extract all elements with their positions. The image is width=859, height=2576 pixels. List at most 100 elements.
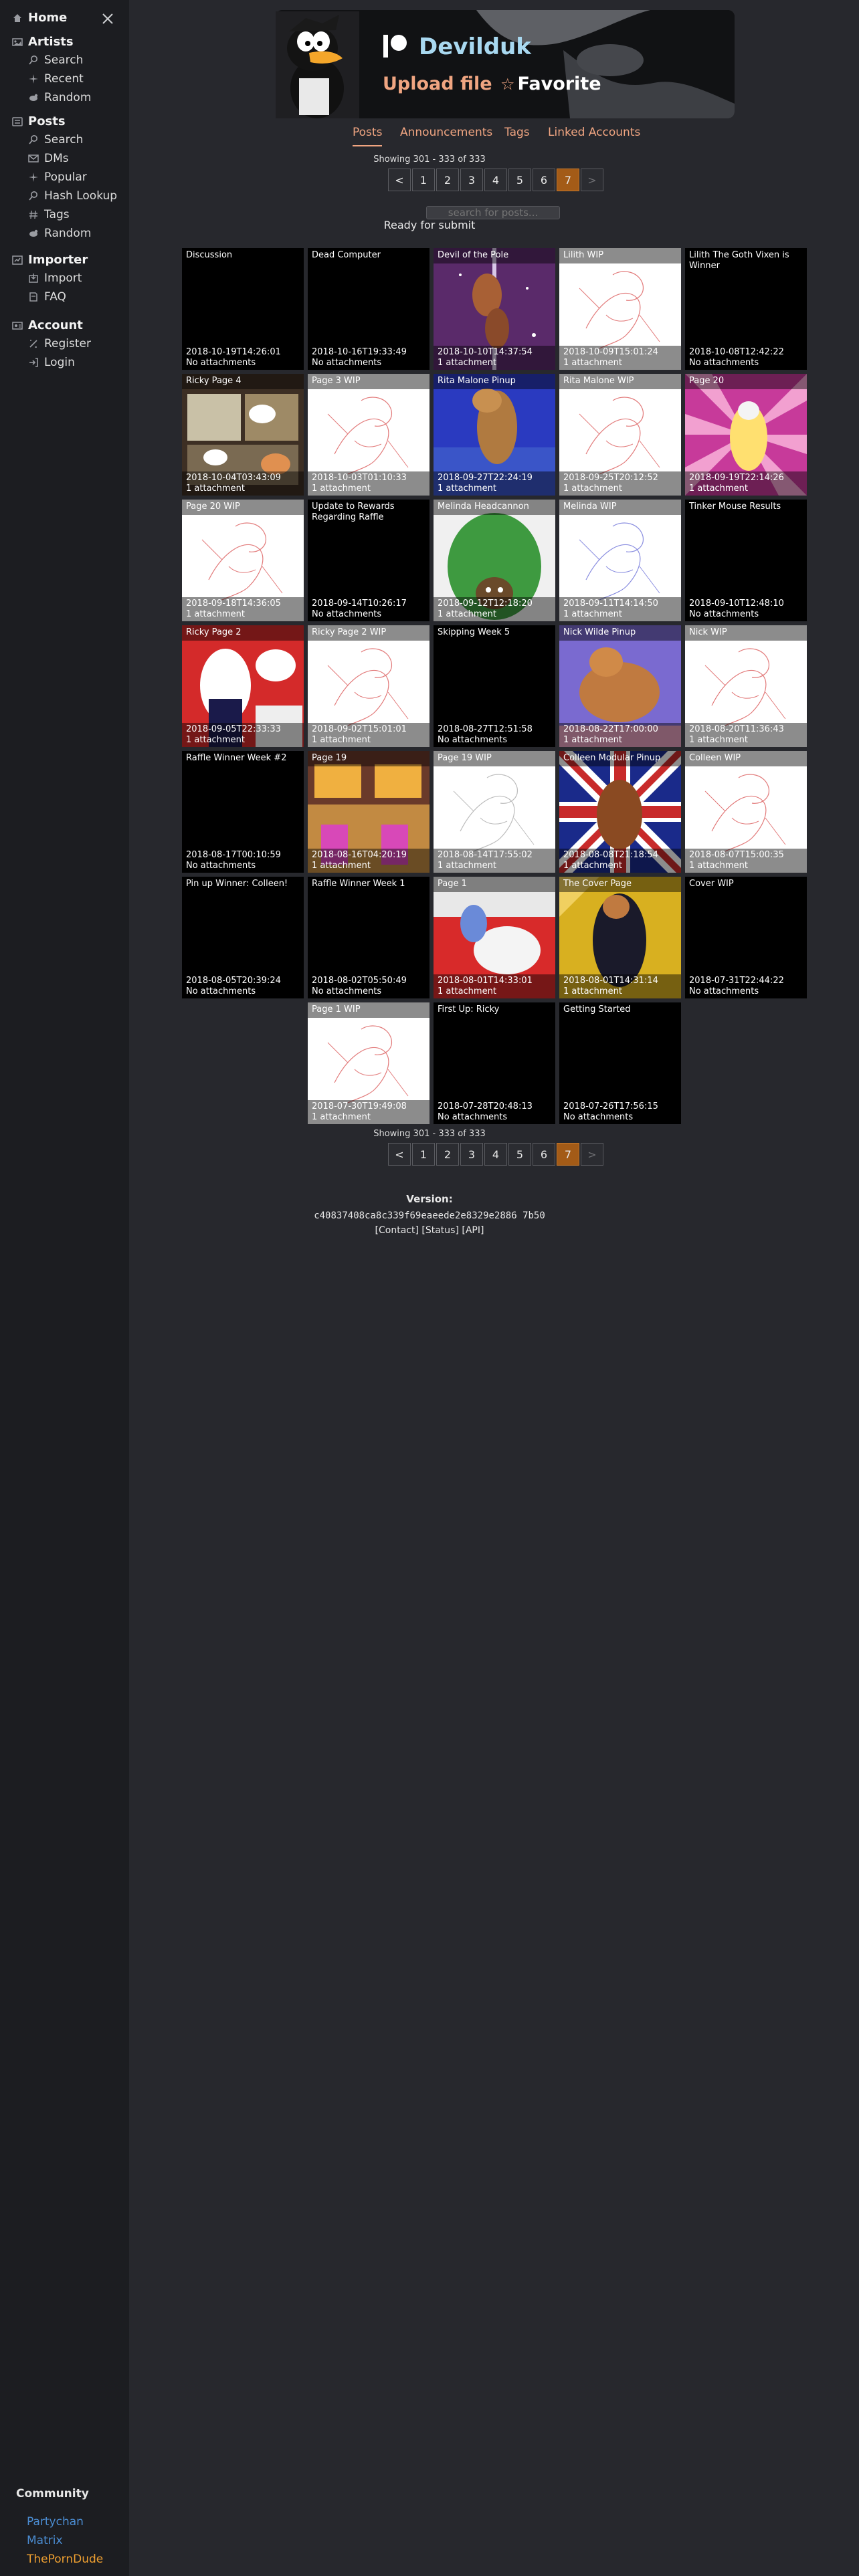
tab-posts[interactable]: Posts <box>353 126 383 146</box>
sidebar-item-importer-import[interactable]: Import <box>28 272 82 285</box>
sidebar-item-importer-faq[interactable]: FAQ <box>28 290 66 304</box>
post-footer: 2018-08-01T14:33:01 1 attachment <box>434 974 555 998</box>
post-card[interactable]: Melinda Headcannon 2018-09-12T12:18:20 1 a… <box>434 500 555 621</box>
post-title: Rita Malone WIP <box>559 374 681 389</box>
post-card[interactable]: Getting Started 2018-07-26T17:56:15 No att… <box>559 1002 681 1124</box>
sidebar-item-posts-popular[interactable]: Popular <box>28 171 87 184</box>
post-card[interactable]: Page 19 WIP 2018-08-14T17:55:02 1 attachme… <box>434 751 555 873</box>
page-button-5[interactable]: 5 <box>508 169 531 191</box>
next-page-button[interactable]: > <box>581 1143 603 1166</box>
post-card[interactable]: Page 20 2018-09-19T22:14:26 1 attachment <box>685 374 807 496</box>
sidebar-item-posts-hash-lookup[interactable]: Hash Lookup <box>28 189 117 203</box>
post-card[interactable]: Lilith WIP 2018-10-09T15:01:24 1 attachmen… <box>559 248 681 370</box>
post-card[interactable]: Ricky Page 4 2018-10-04T03:43:09 1 attachm… <box>182 374 304 496</box>
post-card[interactable]: Raffle Winner Week #2 2018-08-17T00:10:59… <box>182 751 304 873</box>
artists-icon <box>12 37 23 47</box>
post-card[interactable]: Ricky Page 2 WIP 2018-09-02T15:01:01 1 att… <box>308 625 430 747</box>
community-link-partychan[interactable]: Partychan <box>27 2515 84 2529</box>
post-card[interactable]: Dead Computer 2018-10-16T19:33:49 No attac… <box>308 248 430 370</box>
post-card[interactable]: Rita Malone WIP 2018-09-25T20:12:52 1 atta… <box>559 374 681 496</box>
showing-count-top: Showing 301 - 333 of 333 <box>373 154 486 165</box>
version-label: Version: <box>406 1193 453 1205</box>
importer-icon <box>12 255 23 265</box>
post-title: Colleen WIP <box>685 751 807 766</box>
search-input[interactable] <box>426 206 560 219</box>
sidebar-item-artists-search[interactable]: Search <box>28 53 83 67</box>
page-button-4[interactable]: 4 <box>484 169 507 191</box>
upload-file-button[interactable]: Upload file <box>383 74 492 94</box>
favorite-button[interactable]: ☆ Favorite <box>500 74 601 94</box>
post-card[interactable]: Nick WIP 2018-08-20T11:36:43 1 attachment <box>685 625 807 747</box>
post-card[interactable]: Page 20 WIP 2018-09-18T14:36:05 1 attachme… <box>182 500 304 621</box>
sidebar-item-artists-recent[interactable]: Recent <box>28 72 84 86</box>
artist-name[interactable]: Devilduk <box>419 33 531 60</box>
post-card[interactable]: Melinda WIP 2018-09-11T14:14:50 1 attachme… <box>559 500 681 621</box>
sidebar-home[interactable]: Home <box>12 11 67 25</box>
close-icon[interactable] <box>100 11 115 26</box>
page-button-2[interactable]: 2 <box>436 169 459 191</box>
post-title: Cover WIP <box>689 879 734 889</box>
post-card[interactable]: Page 3 WIP 2018-10-03T01:10:33 1 attachmen… <box>308 374 430 496</box>
post-card[interactable]: Rita Malone Pinup 2018-09-27T22:24:19 1 at… <box>434 374 555 496</box>
sidebar-item-artists-random[interactable]: Random <box>28 91 91 104</box>
tab-tags[interactable]: Tags <box>504 126 530 139</box>
post-title: Pin up Winner: Colleen! <box>186 879 288 889</box>
post-title: Page 20 <box>685 374 807 389</box>
post-card[interactable]: Colleen WIP 2018-08-07T15:00:35 1 attachme… <box>685 751 807 873</box>
post-card[interactable]: Raffle Winner Week 1 2018-08-02T05:50:49 N… <box>308 877 430 998</box>
sidebar-item-account-register[interactable]: Register <box>28 337 91 350</box>
faq-icon <box>28 292 39 302</box>
favorite-label: Favorite <box>517 74 601 94</box>
sidebar-item-account-login[interactable]: Login <box>28 356 75 369</box>
post-card[interactable]: First Up: Ricky 2018-07-28T20:48:13 No att… <box>434 1002 555 1124</box>
footer-links[interactable]: [Contact] [Status] [API] <box>0 1225 859 1236</box>
page-button-3[interactable]: 3 <box>460 169 483 191</box>
post-card[interactable]: Colleen Modular Pinup 2018-08-08T21:18:54… <box>559 751 681 873</box>
next-page-button[interactable]: > <box>581 169 603 191</box>
artist-avatar[interactable] <box>276 11 359 118</box>
tab-announcements[interactable]: Announcements <box>400 126 492 139</box>
post-date: 2018-08-17T00:10:59 <box>186 850 281 860</box>
post-card[interactable]: Tinker Mouse Results 2018-09-10T12:48:10 N… <box>685 500 807 621</box>
post-attachment-count: 1 attachment <box>563 358 622 368</box>
page-button-2[interactable]: 2 <box>436 1143 459 1166</box>
post-title: Melinda Headcannon <box>434 500 555 515</box>
community-link-theporndude[interactable]: ThePornDude <box>27 2553 103 2566</box>
post-date: 2018-08-01T14:31:14 <box>563 976 658 986</box>
page-button-6[interactable]: 6 <box>533 169 555 191</box>
post-card[interactable]: Pin up Winner: Colleen! 2018-08-05T20:39:… <box>182 877 304 998</box>
sidebar: Home Artists Search Recent Random Posts Searc… <box>0 0 129 2576</box>
post-attachment-count: 1 attachment <box>563 861 622 871</box>
post-card[interactable]: Cover WIP 2018-07-31T22:44:22 No attachmen… <box>685 877 807 998</box>
community-link-matrix[interactable]: Matrix <box>27 2534 63 2547</box>
post-card[interactable]: Nick Wilde Pinup 2018-08-22T17:00:00 1 att… <box>559 625 681 747</box>
post-footer: 2018-07-26T17:56:15 No attachments <box>559 1100 681 1124</box>
post-card[interactable]: Discussion 2018-10-19T14:26:01 No attachme… <box>182 248 304 370</box>
page-button-3[interactable]: 3 <box>460 1143 483 1166</box>
post-card[interactable]: Devil of the Pole 2018-10-10T14:37:54 1 at… <box>434 248 555 370</box>
page-button-1[interactable]: 1 <box>412 169 435 191</box>
post-footer: 2018-09-19T22:14:26 1 attachment <box>685 471 807 496</box>
prev-page-button[interactable]: < <box>388 169 411 191</box>
post-attachment-count: 1 attachment <box>438 861 496 871</box>
page-button-7[interactable]: 7 <box>557 169 579 191</box>
page-button-5[interactable]: 5 <box>508 1143 531 1166</box>
page-button-1[interactable]: 1 <box>412 1143 435 1166</box>
sidebar-home-label: Home <box>28 11 68 25</box>
post-card[interactable]: The Cover Page 2018-08-01T14:31:14 1 attac… <box>559 877 681 998</box>
post-card[interactable]: Lilith The Goth Vixen is Winner 2018-10-0… <box>685 248 807 370</box>
post-card[interactable]: Update to Rewards Regarding Raffle 2018-0… <box>308 500 430 621</box>
post-footer: 2018-08-01T14:31:14 1 attachment <box>559 974 681 998</box>
post-card[interactable]: Page 1 WIP 2018-07-30T19:49:08 1 attachmen… <box>308 1002 430 1124</box>
page-button-6[interactable]: 6 <box>533 1143 555 1166</box>
page-button-7[interactable]: 7 <box>557 1143 579 1166</box>
post-card[interactable]: Skipping Week 5 2018-08-27T12:51:58 No att… <box>434 625 555 747</box>
page-button-4[interactable]: 4 <box>484 1143 507 1166</box>
post-card[interactable]: Page 1 2018-08-01T14:33:01 1 attachment <box>434 877 555 998</box>
prev-page-button[interactable]: < <box>388 1143 411 1166</box>
post-card[interactable]: Page 19 2018-08-16T04:20:19 1 attachment <box>308 751 430 873</box>
post-attachment-count: No attachments <box>689 986 759 996</box>
post-card[interactable]: Ricky Page 2 2018-09-05T22:33:33 1 attachm… <box>182 625 304 747</box>
tab-linked-accounts[interactable]: Linked Accounts <box>548 126 640 139</box>
post-date: 2018-09-18T14:36:05 <box>186 599 281 609</box>
